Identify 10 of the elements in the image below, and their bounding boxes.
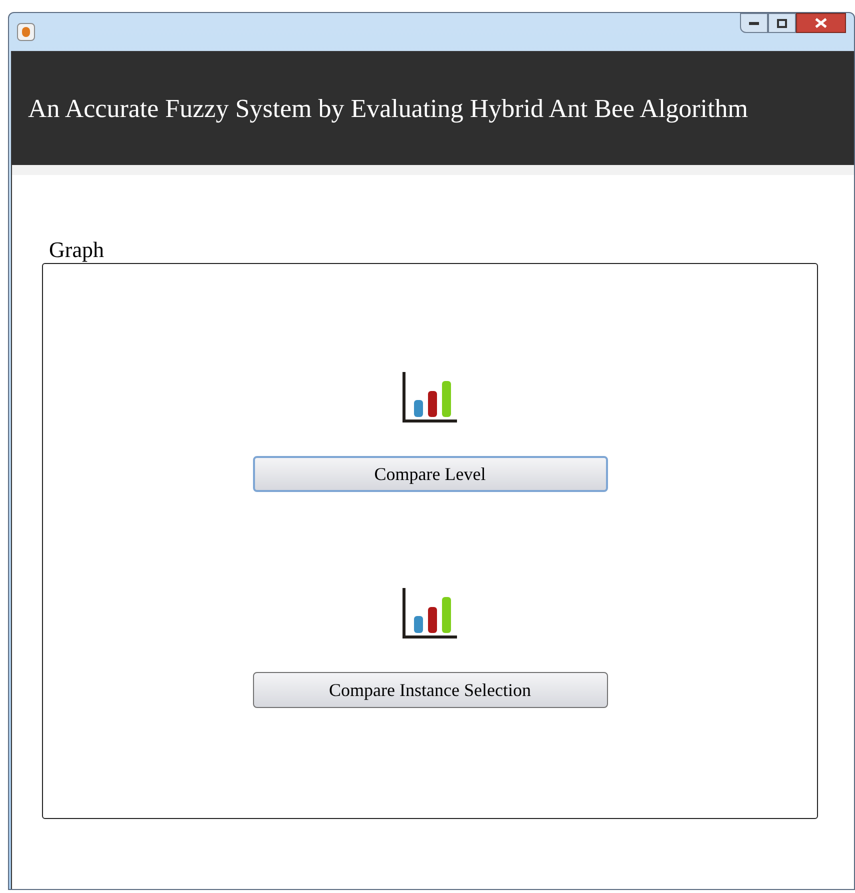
panel-label: Graph <box>49 237 105 263</box>
app-title: An Accurate Fuzzy System by Evaluating Hybrid Ant Bee Algorithm <box>28 93 748 125</box>
bar-chart-icon <box>402 588 458 640</box>
compare-button[interactable]: Compare Level <box>252 456 608 492</box>
maximize-button[interactable] <box>768 13 796 33</box>
bar-chart-icon <box>402 372 458 424</box>
close-icon <box>815 18 827 28</box>
minimize-button[interactable] <box>740 13 768 33</box>
compare-button[interactable]: Compare Instance Selection <box>252 672 608 708</box>
close-button[interactable] <box>796 13 846 33</box>
